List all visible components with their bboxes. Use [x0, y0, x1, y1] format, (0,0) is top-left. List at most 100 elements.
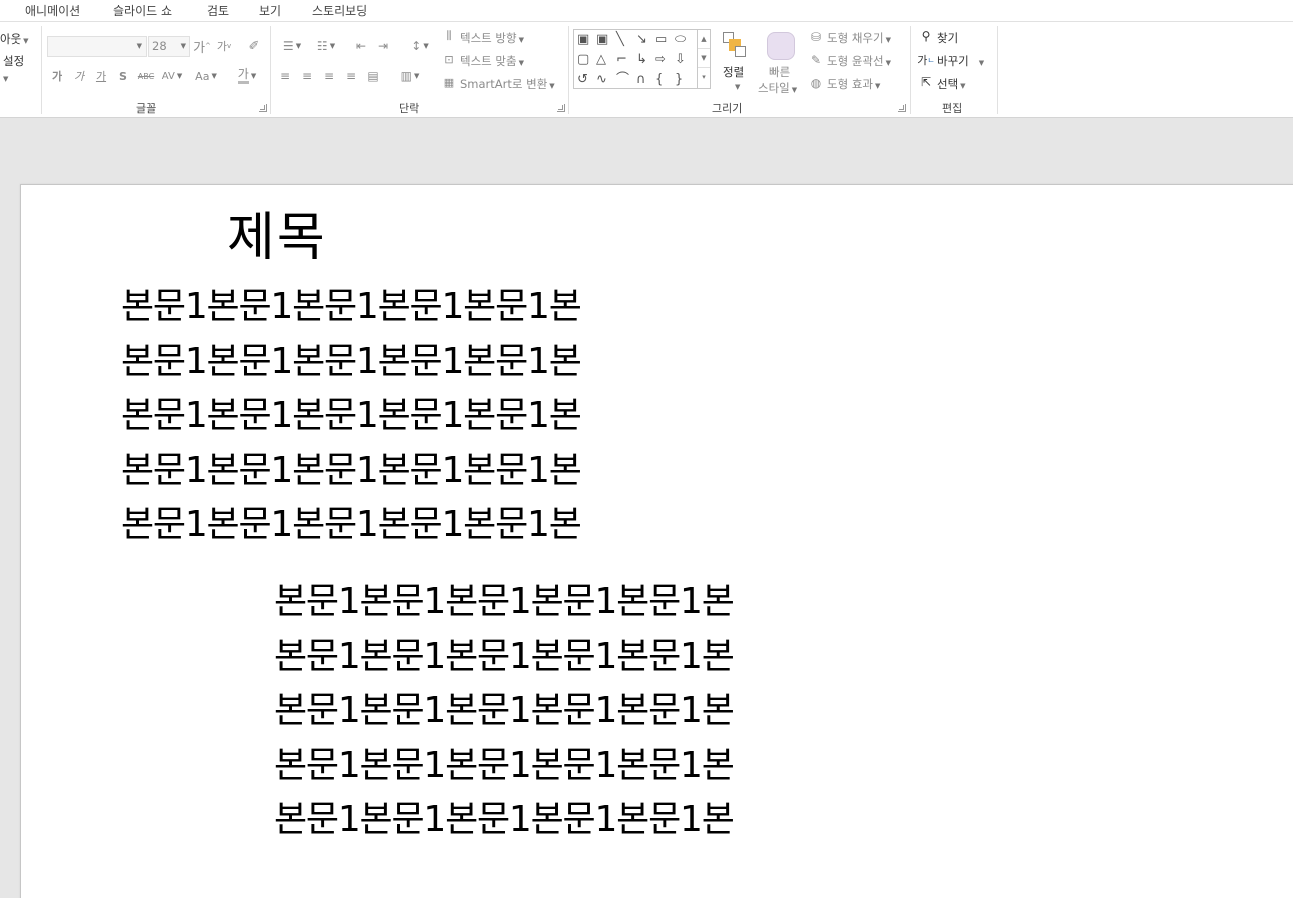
section-dropdown-arrow[interactable]: ▼ [3, 75, 8, 83]
shape-outline-button[interactable]: 도형 윤곽선 ▼ [827, 53, 891, 69]
down-arrow-shape-icon[interactable]: ⇩ [675, 53, 686, 66]
body-text-line: 본문1본문1본문1본문1본문1본 [121, 449, 582, 491]
font-name-combobox[interactable]: ▼ [47, 36, 147, 57]
paragraph-dialog-launcher-icon[interactable] [557, 104, 565, 112]
vertical-text-box-shape-icon[interactable]: ▣ [596, 33, 608, 46]
italic-icon[interactable]: 가 [72, 68, 86, 84]
text-shadow-icon[interactable]: S [116, 68, 130, 84]
replace-button[interactable]: 바꾸기 ▼ [937, 53, 984, 69]
body-text-line: 본문1본문1본문1본문1본문1본 [121, 340, 582, 382]
chevron-down-icon: ▼ [180, 42, 186, 50]
line-spacing-icon[interactable]: ↕ ▼ [405, 37, 435, 55]
find-button[interactable]: 찾기 [937, 30, 958, 46]
gallery-down-icon[interactable]: ▼ [698, 49, 710, 68]
arc-shape-icon[interactable]: ⌒ [616, 73, 629, 86]
increase-indent-icon[interactable]: ⇥ [374, 37, 392, 55]
body-text-line: 본문1본문1본문1본문1본문1본 [121, 504, 582, 545]
shape-fill-button[interactable]: 도형 채우기 ▼ [827, 30, 891, 46]
group-separator [270, 26, 271, 114]
ribbon-tab-row: 애니메이션 슬라이드 쇼 검토 보기 스토리보딩 [0, 0, 1293, 22]
gallery-more-icon[interactable]: ▾ [698, 68, 710, 87]
justify-icon[interactable]: ≡ [342, 68, 360, 84]
body-text-line: 본문1본문1본문1본문1본문1본 [274, 690, 735, 731]
tab-view[interactable]: 보기 [259, 2, 281, 19]
layout-button[interactable]: 아웃 ▼ [0, 31, 29, 47]
curve-shape-icon[interactable]: ∩ [636, 73, 646, 86]
elbow-connector-shape-icon[interactable]: ⌐ [616, 53, 627, 66]
strikethrough-icon[interactable]: ABC [135, 68, 157, 84]
align-right-icon[interactable]: ≡ [320, 68, 338, 84]
oval-shape-icon[interactable]: ⬭ [675, 33, 686, 46]
tab-animations[interactable]: 애니메이션 [25, 2, 80, 19]
drawing-dialog-launcher-icon[interactable] [898, 104, 906, 112]
body-text-box-1[interactable]: 본문1본문1본문1본문1본문1본 본문1본문1본문1본문1본문1본 본문1본문1… [121, 280, 582, 553]
rectangle-shape-icon[interactable]: ▭ [655, 33, 667, 46]
arrange-button[interactable]: 정렬 ▼ [719, 28, 753, 98]
body-text-box-2[interactable]: 본문1본문1본문1본문1본문1본 본문1본문1본문1본문1본문1본 본문1본문1… [274, 575, 735, 848]
columns-icon[interactable]: ▥ ▼ [395, 68, 425, 84]
font-size-combobox[interactable]: 28 ▼ [148, 36, 190, 57]
scribble-shape-icon[interactable]: ∿ [596, 73, 607, 86]
select-button[interactable]: 선택 ▼ [937, 76, 966, 92]
align-text-button[interactable]: 텍스트 맞춤 ▼ [460, 53, 524, 69]
freeform-shape-icon[interactable]: ↺ [577, 73, 588, 86]
rounded-rectangle-shape-icon[interactable]: ▢ [577, 53, 589, 66]
decrease-font-size-icon[interactable]: 가v [216, 37, 232, 55]
body-text-line: 본문1본문1본문1본문1본문1본 [121, 395, 582, 436]
bullets-icon[interactable]: ☰ ▼ [277, 37, 307, 55]
gallery-up-icon[interactable]: ▲ [698, 30, 710, 49]
decrease-indent-icon[interactable]: ⇤ [352, 37, 370, 55]
tab-review[interactable]: 검토 [207, 2, 229, 19]
arrange-front-shape-icon [735, 46, 746, 57]
group-separator [41, 26, 42, 114]
group-separator [910, 26, 911, 114]
line-shape-icon[interactable]: ╲ [616, 33, 624, 46]
replace-icon: 가ㄴ [917, 54, 935, 67]
body-text-line: 본문1본문1본문1본문1본문1본 [274, 799, 735, 840]
right-arrow-shape-icon[interactable]: ⇨ [655, 53, 666, 66]
tab-slide-show[interactable]: 슬라이드 쇼 [113, 2, 172, 19]
reset-button[interactable]: 설정 [3, 53, 24, 69]
body-text-line: 본문1본문1본문1본문1본문1본 [274, 744, 735, 786]
elbow-arrow-shape-icon[interactable]: ↳ [636, 53, 647, 66]
arrow-line-shape-icon[interactable]: ↘ [636, 33, 647, 46]
smartart-icon: ▦ [443, 75, 455, 89]
font-color-icon[interactable]: 가 ▼ [231, 66, 263, 86]
increase-font-size-icon[interactable]: 가 ^ [193, 37, 211, 56]
group-separator [997, 26, 998, 114]
change-case-icon[interactable]: Aa ▼ [192, 68, 220, 84]
character-spacing-icon[interactable]: AV ▼ [158, 68, 186, 84]
align-center-icon[interactable]: ≡ [298, 68, 316, 84]
left-brace-shape-icon[interactable]: { [655, 73, 663, 86]
quick-styles-icon [767, 32, 795, 60]
shapes-gallery[interactable]: ▣ ▣ ╲ ↘ ▭ ⬭ ▢ △ ⌐ ↳ ⇨ ⇩ ↺ ∿ ⌒ ∩ { } [573, 29, 711, 89]
bold-icon[interactable]: 가 [50, 68, 64, 84]
body-text-line: 본문1본문1본문1본문1본문1본 [121, 286, 582, 327]
underline-icon[interactable]: 가 [94, 68, 108, 84]
gallery-scroll[interactable]: ▲ ▼ ▾ [697, 30, 710, 88]
editing-group-label: 편집 [942, 102, 963, 115]
triangle-shape-icon[interactable]: △ [596, 53, 606, 66]
quick-styles-button[interactable]: 빠른 스타일 ▼ [757, 28, 805, 98]
align-left-icon[interactable]: ≡ [276, 68, 294, 84]
slide[interactable]: 제목 본문1본문1본문1본문1본문1본 본문1본문1본문1본문1본문1본 본문1… [20, 184, 1293, 898]
text-direction-button[interactable]: 텍스트 방향 ▼ [460, 30, 524, 46]
body-text-line: 본문1본문1본문1본문1본문1본 [274, 581, 735, 622]
drawing-group-label: 그리기 [712, 102, 743, 115]
text-direction-icon: ⫼ [446, 29, 452, 42]
font-group-label: 글꼴 [136, 102, 157, 115]
font-dialog-launcher-icon[interactable] [259, 104, 267, 112]
text-box-shape-icon[interactable]: ▣ [577, 33, 589, 46]
shape-effects-icon: ◍ [810, 76, 822, 90]
chevron-down-icon: ▼ [735, 83, 741, 91]
tab-storyboarding[interactable]: 스토리보딩 [312, 2, 367, 19]
right-brace-shape-icon[interactable]: } [675, 73, 683, 86]
shape-effects-button[interactable]: 도형 효과 ▼ [827, 76, 880, 92]
distributed-icon[interactable]: ▤ [364, 68, 382, 84]
convert-to-smartart-button[interactable]: SmartArt로 변환 ▼ [460, 76, 555, 92]
slide-title-placeholder[interactable]: 제목 [227, 195, 327, 270]
body-text-line: 본문1본문1본문1본문1본문1본 [274, 635, 735, 677]
font-size-value: 28 [152, 39, 167, 53]
numbering-icon[interactable]: ☷ ▼ [311, 37, 341, 55]
clear-formatting-icon[interactable]: ✐ [244, 36, 264, 56]
